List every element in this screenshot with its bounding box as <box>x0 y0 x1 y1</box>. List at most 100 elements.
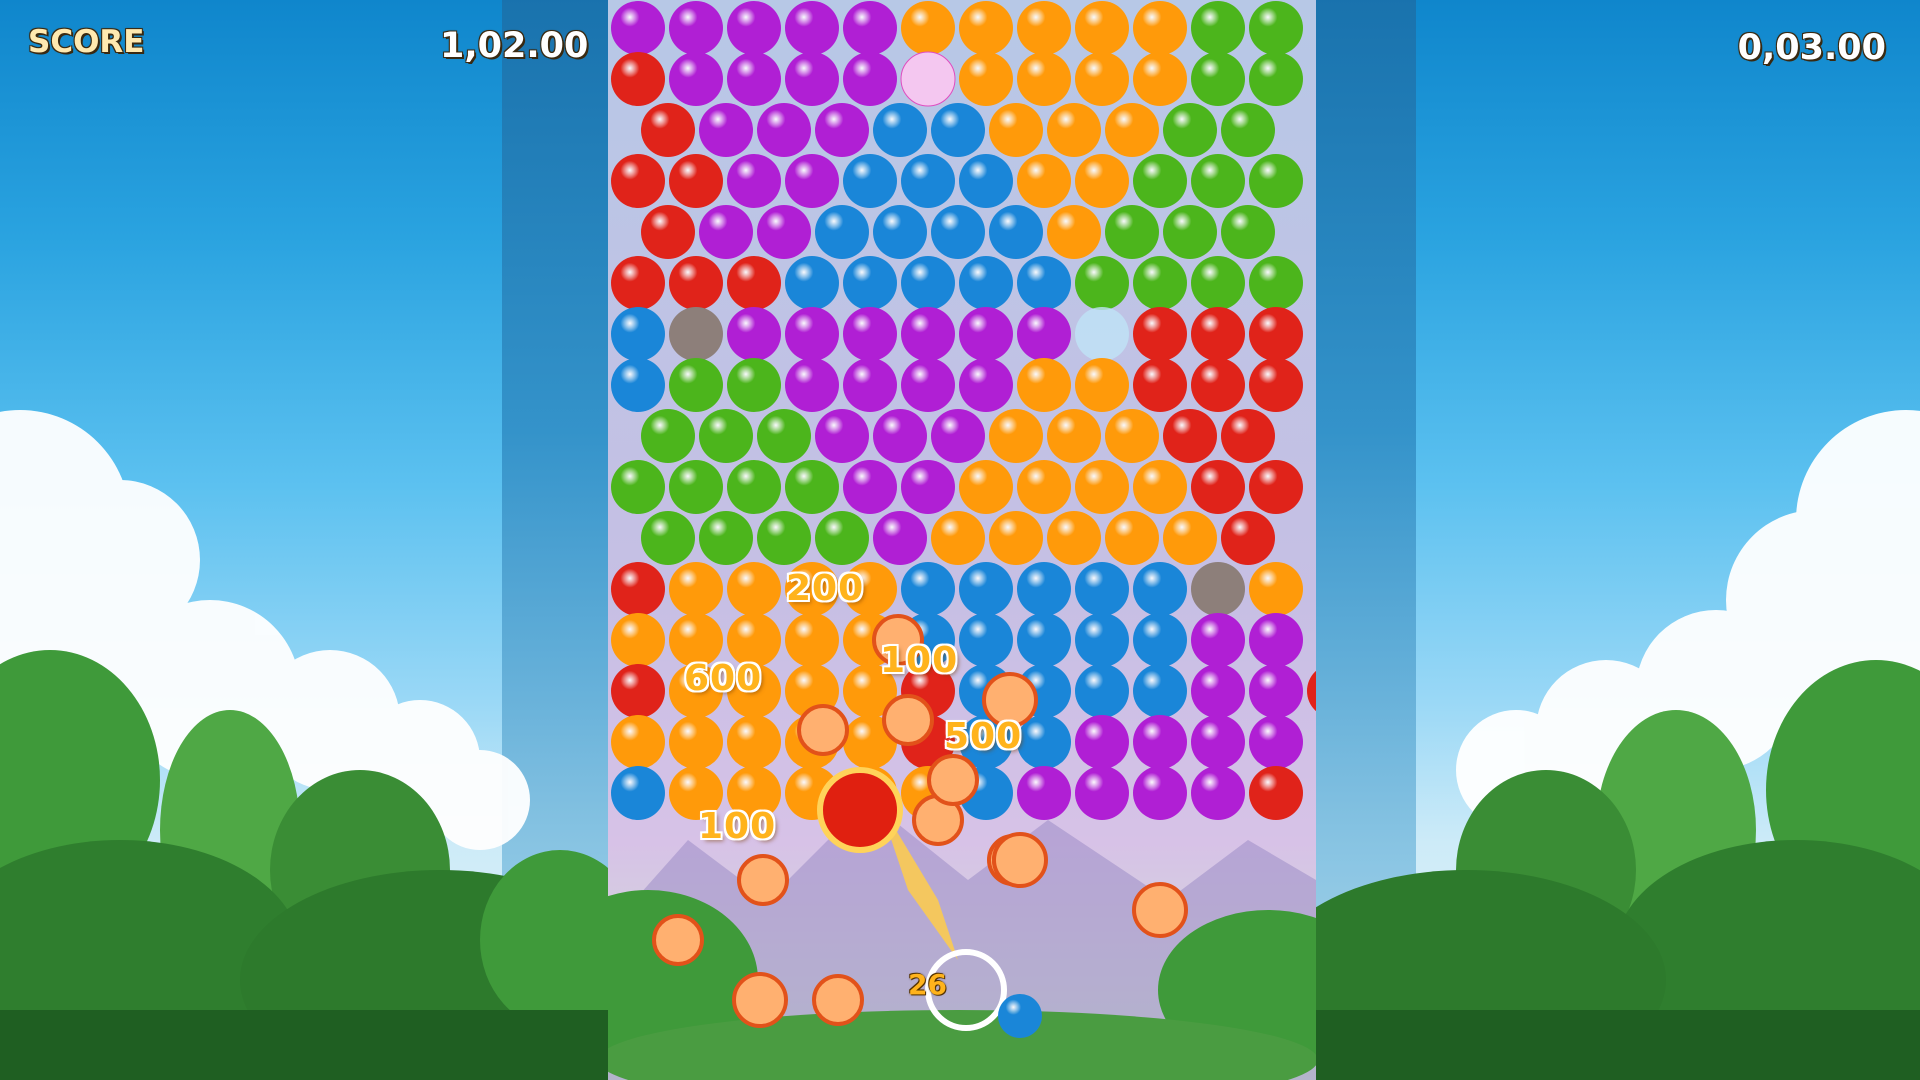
bubble <box>1133 358 1187 412</box>
bubble <box>611 52 665 106</box>
bubble <box>669 256 723 310</box>
bubble <box>959 307 1013 361</box>
bubble <box>873 103 927 157</box>
bubble <box>611 1 665 55</box>
right-scenery <box>1316 410 1920 1080</box>
bubble <box>1017 307 1071 361</box>
bubble <box>901 1 955 55</box>
bubble <box>1191 154 1245 208</box>
fire-spark <box>652 914 704 966</box>
bubble <box>1249 715 1303 769</box>
bubble <box>785 358 839 412</box>
bubble <box>669 154 723 208</box>
bubble <box>757 409 811 463</box>
bubble <box>727 1 781 55</box>
bubble <box>843 460 897 514</box>
bubble <box>1249 358 1303 412</box>
bubble <box>1249 613 1303 667</box>
bubble <box>1133 307 1187 361</box>
bubble <box>669 460 723 514</box>
bubble <box>1075 52 1129 106</box>
bubble <box>1075 154 1129 208</box>
trapped-creature-bubble <box>900 51 956 107</box>
bubble <box>1249 664 1303 718</box>
game-scene: SCORE 1,02.00 0,03.00 200 100 600 500 10… <box>0 0 1920 1080</box>
bubble <box>1133 664 1187 718</box>
bubble <box>1105 103 1159 157</box>
shots-remaining-counter: 26 <box>908 968 947 1001</box>
bubble <box>699 205 753 259</box>
bubble <box>1075 613 1129 667</box>
bubble <box>1163 511 1217 565</box>
bubble <box>873 511 927 565</box>
bubble <box>959 1 1013 55</box>
bubble <box>843 1 897 55</box>
score-popup: 200 <box>786 568 865 609</box>
bubble <box>843 358 897 412</box>
bubble <box>1075 664 1129 718</box>
fire-spark <box>927 754 979 806</box>
bubble <box>669 1 723 55</box>
bubble <box>611 256 665 310</box>
bubble <box>1133 1 1187 55</box>
bubble <box>669 715 723 769</box>
bubble <box>843 307 897 361</box>
bubble <box>1249 154 1303 208</box>
bubble <box>1133 613 1187 667</box>
bubble <box>1133 715 1187 769</box>
bubble <box>1249 766 1303 820</box>
bubble <box>1133 766 1187 820</box>
bubble <box>669 562 723 616</box>
fireball-projectile <box>817 767 903 853</box>
bubble <box>1249 52 1303 106</box>
bubble <box>1249 562 1303 616</box>
bubble <box>611 358 665 412</box>
bubble <box>901 460 955 514</box>
score-label: SCORE <box>28 24 145 60</box>
bubble <box>1191 358 1245 412</box>
bubble <box>1017 154 1071 208</box>
bubble <box>611 562 665 616</box>
bubble <box>785 460 839 514</box>
bubble <box>901 358 955 412</box>
rock-blocker <box>669 307 723 361</box>
bubble <box>815 103 869 157</box>
bubble <box>959 154 1013 208</box>
game-board[interactable] <box>608 0 1316 1080</box>
bubble <box>873 409 927 463</box>
bubble <box>1191 715 1245 769</box>
bubble <box>843 256 897 310</box>
bubble <box>1075 715 1129 769</box>
bubble <box>989 103 1043 157</box>
bubble-grid[interactable] <box>608 0 1316 1080</box>
bubble <box>611 154 665 208</box>
bubble <box>611 613 665 667</box>
bubble <box>1249 256 1303 310</box>
bubble <box>959 256 1013 310</box>
bubble <box>959 562 1013 616</box>
bubble <box>1047 103 1101 157</box>
fire-spark <box>882 694 934 746</box>
bubble <box>815 205 869 259</box>
bubble <box>931 103 985 157</box>
bubble <box>727 562 781 616</box>
bubble <box>931 511 985 565</box>
bubble <box>1191 613 1245 667</box>
bubble <box>699 511 753 565</box>
bubble <box>1017 1 1071 55</box>
bubble <box>727 256 781 310</box>
bubble <box>1047 205 1101 259</box>
fire-spark <box>812 974 864 1026</box>
bubble <box>757 511 811 565</box>
bubble <box>641 103 695 157</box>
bubble <box>989 409 1043 463</box>
next-bubble[interactable] <box>998 994 1042 1038</box>
bubble <box>1133 52 1187 106</box>
bubble <box>1017 52 1071 106</box>
bubble <box>785 52 839 106</box>
bubble <box>1133 562 1187 616</box>
bubble <box>1075 1 1129 55</box>
bubble <box>1191 460 1245 514</box>
bubble <box>785 256 839 310</box>
bubble <box>611 664 665 718</box>
